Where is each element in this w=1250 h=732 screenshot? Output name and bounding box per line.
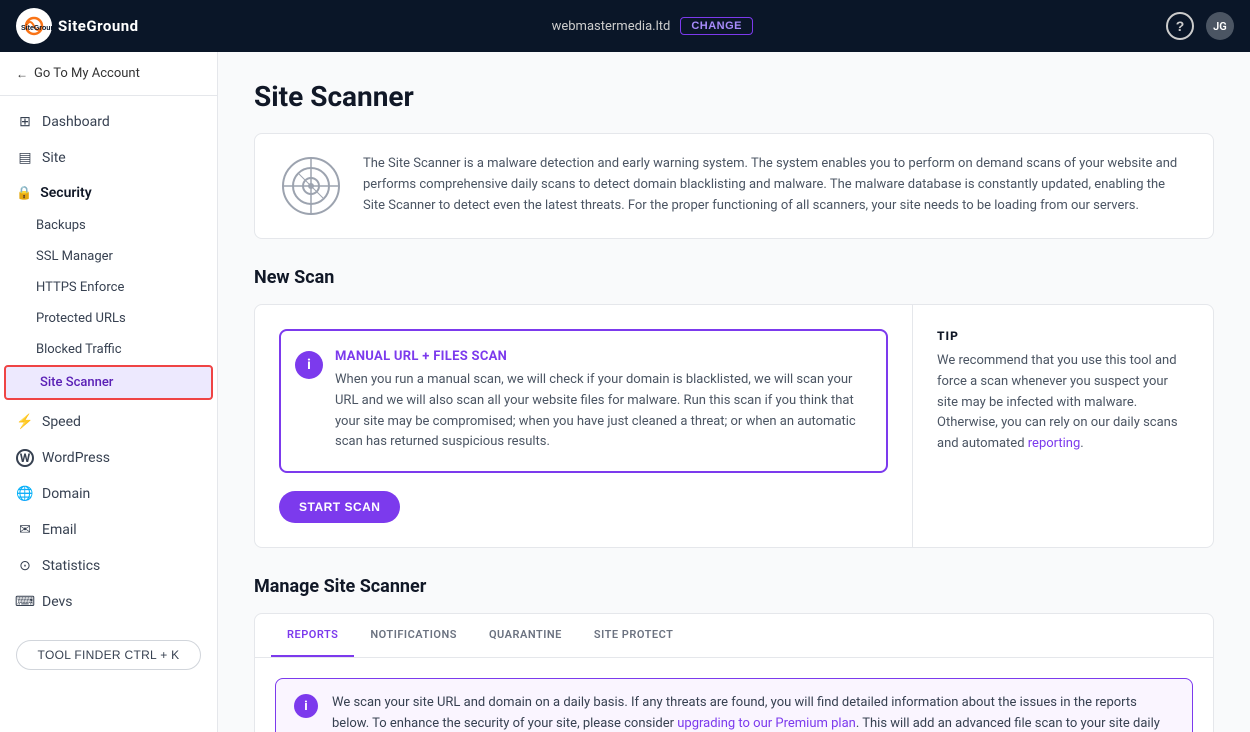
sidebar-item-speed[interactable]: ⚡ Speed xyxy=(0,404,217,440)
sidebar-item-https-enforce[interactable]: HTTPS Enforce xyxy=(0,272,217,303)
new-scan-title: New Scan xyxy=(254,267,1214,288)
info-text: The Site Scanner is a malware detection … xyxy=(363,154,1189,216)
dashboard-icon: ⊞ xyxy=(16,113,34,131)
back-arrow-icon: ← xyxy=(16,67,28,81)
tip-text-after: . xyxy=(1080,436,1083,451)
avatar[interactable]: JG xyxy=(1206,12,1234,40)
security-icon: 🔒 xyxy=(16,186,32,201)
manage-body: i We scan your site URL and domain on a … xyxy=(255,658,1213,732)
tab-site-protect[interactable]: SITE PROTECT xyxy=(578,614,690,657)
start-scan-button[interactable]: START SCAN xyxy=(279,491,400,523)
siteground-logo-icon: SiteGround xyxy=(16,8,52,44)
alert-text: We scan your site URL and domain on a da… xyxy=(332,693,1174,732)
header-right: ? JG xyxy=(1166,12,1234,40)
tab-quarantine[interactable]: QUARANTINE xyxy=(473,614,578,657)
alert-icon: i xyxy=(294,694,318,718)
site-icon: ▤ xyxy=(16,149,34,167)
sidebar-item-protected-urls[interactable]: Protected URLs xyxy=(0,303,217,334)
statistics-icon: ⊙ xyxy=(16,557,34,575)
sidebar-item-label: Site xyxy=(42,150,66,166)
sidebar-item-label: Security xyxy=(40,185,92,201)
scan-card-title: MANUAL URL + FILES SCAN xyxy=(335,349,868,364)
sidebar-section: ⊞ Dashboard ▤ Site 🔒 Security Backups SS… xyxy=(0,96,217,628)
manage-title: Manage Site Scanner xyxy=(254,576,1214,597)
scan-area: i MANUAL URL + FILES SCAN When you run a… xyxy=(254,304,1214,548)
domain-icon: 🌐 xyxy=(16,485,34,503)
back-label: Go To My Account xyxy=(34,66,140,81)
sidebar-item-label: Speed xyxy=(42,414,81,430)
sidebar-back[interactable]: ← Go To My Account xyxy=(0,52,217,96)
sidebar-item-label: Dashboard xyxy=(42,114,110,130)
scan-left: i MANUAL URL + FILES SCAN When you run a… xyxy=(255,305,913,547)
domain-selector: webmastermedia.ltd CHANGE xyxy=(552,17,753,35)
logo-text: SiteGround xyxy=(58,17,139,35)
sidebar-item-blocked-traffic[interactable]: Blocked Traffic xyxy=(0,334,217,365)
main-content: Site Scanner The Site Scanner is a malwa… xyxy=(218,52,1250,732)
svg-text:SiteGround: SiteGround xyxy=(21,25,52,32)
domain-name: webmastermedia.ltd xyxy=(552,19,671,34)
manage-section: REPORTS NOTIFICATIONS QUARANTINE SITE PR… xyxy=(254,613,1214,732)
scanner-icon xyxy=(279,154,343,218)
logo: SiteGround SiteGround xyxy=(16,8,139,44)
help-button[interactable]: ? xyxy=(1166,12,1194,40)
sidebar-item-label: Email xyxy=(42,522,77,538)
devs-icon: ⌨ xyxy=(16,593,34,611)
layout: ← Go To My Account ⊞ Dashboard ▤ Site 🔒 … xyxy=(0,52,1250,732)
tip-description: We recommend that you use this tool and … xyxy=(937,351,1189,455)
sidebar-item-backups[interactable]: Backups xyxy=(0,210,217,241)
speed-icon: ⚡ xyxy=(16,413,34,431)
sidebar-item-site[interactable]: ▤ Site xyxy=(0,140,217,176)
scan-card-icon: i xyxy=(295,351,323,379)
tip-link[interactable]: reporting xyxy=(1028,436,1081,451)
sidebar-item-email[interactable]: ✉ Email xyxy=(0,512,217,548)
sidebar-item-statistics[interactable]: ⊙ Statistics xyxy=(0,548,217,584)
tab-reports[interactable]: REPORTS xyxy=(271,614,354,657)
sidebar-item-dashboard[interactable]: ⊞ Dashboard xyxy=(0,104,217,140)
alert-box: i We scan your site URL and domain on a … xyxy=(275,678,1193,732)
sidebar-item-devs[interactable]: ⌨ Devs xyxy=(0,584,217,620)
tab-notifications[interactable]: NOTIFICATIONS xyxy=(354,614,473,657)
sidebar-item-label: WordPress xyxy=(42,450,110,466)
sidebar-item-label: Domain xyxy=(42,486,90,502)
page-title: Site Scanner xyxy=(254,80,1214,113)
scan-card-desc: When you run a manual scan, we will chec… xyxy=(335,370,868,453)
sidebar-item-ssl-manager[interactable]: SSL Manager xyxy=(0,241,217,272)
sidebar: ← Go To My Account ⊞ Dashboard ▤ Site 🔒 … xyxy=(0,52,218,732)
alert-link[interactable]: upgrading to our Premium plan xyxy=(677,716,856,731)
sidebar-item-domain[interactable]: 🌐 Domain xyxy=(0,476,217,512)
sidebar-item-label: Devs xyxy=(42,594,73,610)
scan-card: i MANUAL URL + FILES SCAN When you run a… xyxy=(279,329,888,473)
sidebar-item-label: Statistics xyxy=(42,558,100,574)
scan-right: TIP We recommend that you use this tool … xyxy=(913,305,1213,547)
wordpress-icon: W xyxy=(16,449,34,467)
scan-card-content: MANUAL URL + FILES SCAN When you run a m… xyxy=(335,349,868,453)
header: SiteGround SiteGround webmastermedia.ltd… xyxy=(0,0,1250,52)
tip-title: TIP xyxy=(937,329,1189,343)
sidebar-item-security[interactable]: 🔒 Security xyxy=(0,176,217,210)
email-icon: ✉ xyxy=(16,521,34,539)
info-box: The Site Scanner is a malware detection … xyxy=(254,133,1214,239)
change-button[interactable]: CHANGE xyxy=(680,17,753,35)
tool-finder-button[interactable]: TOOL FINDER CTRL + K xyxy=(16,640,201,670)
tabs-bar: REPORTS NOTIFICATIONS QUARANTINE SITE PR… xyxy=(255,614,1213,658)
sidebar-item-site-scanner[interactable]: Site Scanner xyxy=(4,365,213,400)
sidebar-item-wordpress[interactable]: W WordPress xyxy=(0,440,217,476)
